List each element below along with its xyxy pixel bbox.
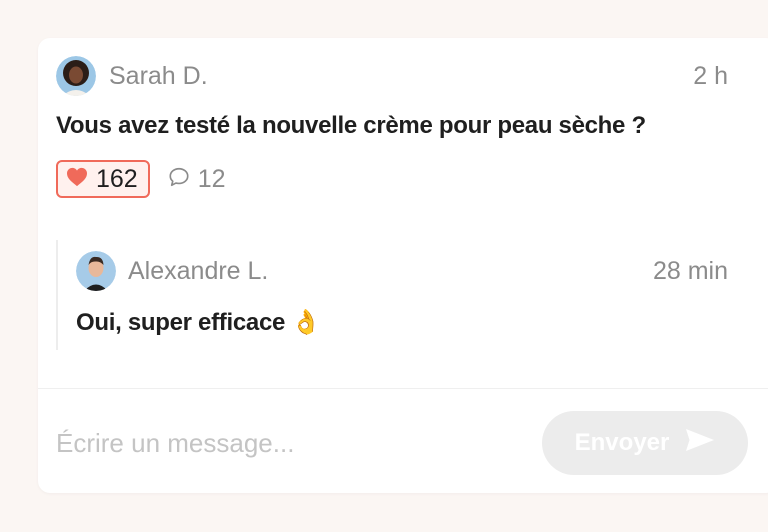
comment-icon [168, 166, 190, 193]
reply: Alexandre L. 28 min Oui, super efficace … [56, 240, 728, 350]
chat-card: Sarah D. 2 h Vous avez testé la nouvelle… [38, 38, 768, 493]
heart-icon [66, 167, 88, 192]
comment-button[interactable]: 12 [168, 165, 226, 194]
reply-time: 28 min [652, 256, 728, 285]
comment-count: 12 [197, 164, 226, 193]
send-button[interactable]: Envoyer [542, 411, 748, 475]
send-icon [685, 427, 715, 460]
reply-text: Oui, super efficace 👌 [76, 309, 321, 336]
avatar[interactable] [76, 251, 116, 291]
like-button[interactable]: 162 [56, 160, 150, 198]
reply-header: Alexandre L. 28 min [76, 250, 728, 292]
post-text: Vous avez testé la nouvelle crème pour p… [56, 112, 646, 139]
message-input[interactable] [56, 418, 542, 468]
message-composer: Envoyer [56, 411, 748, 475]
post-author[interactable]: Sarah D. [109, 62, 693, 91]
send-label: Envoyer [574, 429, 670, 456]
like-count: 162 [96, 164, 138, 193]
post-header: Sarah D. 2 h [56, 56, 728, 96]
post-actions: 162 12 [56, 158, 226, 200]
avatar[interactable] [56, 56, 96, 96]
post-time: 2 h [693, 61, 728, 90]
divider [38, 388, 768, 389]
reply-author[interactable]: Alexandre L. [128, 257, 653, 286]
